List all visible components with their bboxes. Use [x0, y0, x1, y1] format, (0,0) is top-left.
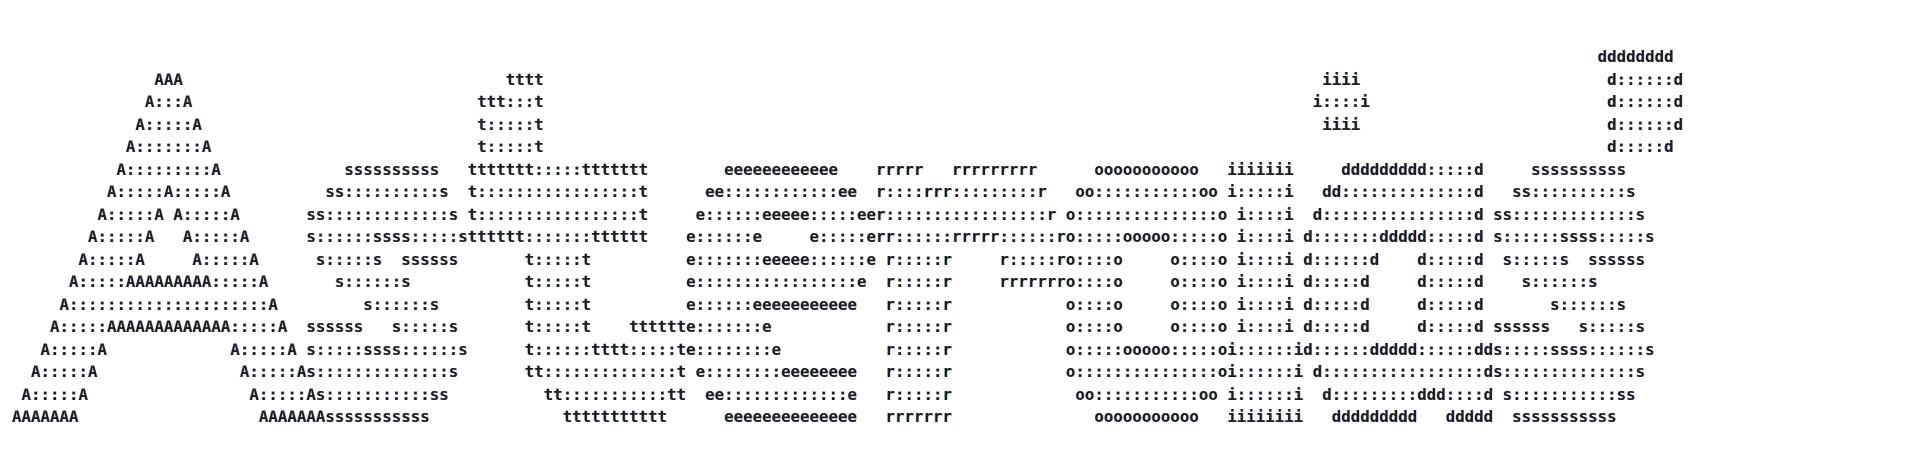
asteroids-ascii-banner: dddddddd AAA tttt iiii d::::::d A:::A tt…: [12, 47, 1684, 426]
